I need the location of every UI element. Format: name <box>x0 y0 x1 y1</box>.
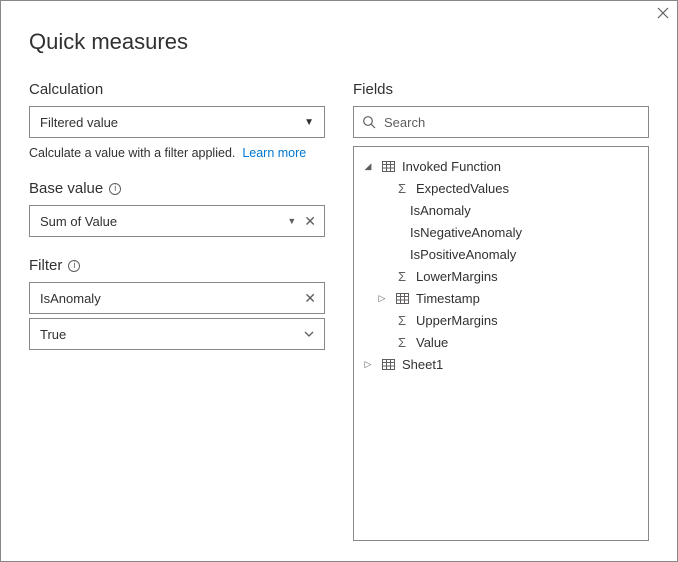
tree-field-lowermargins[interactable]: Σ LowerMargins <box>360 265 642 287</box>
quick-measures-dialog: Quick measures Calculation Filtered valu… <box>0 0 678 562</box>
filter-label: Filter i <box>29 257 325 274</box>
base-value-label: Base value i <box>29 180 325 197</box>
calculation-dropdown[interactable]: Filtered value ▼ <box>29 106 325 138</box>
dialog-columns: Calculation Filtered value ▼ Calculate a… <box>29 81 649 541</box>
calculation-description: Calculate a value with a filter applied.… <box>29 146 325 160</box>
left-column: Calculation Filtered value ▼ Calculate a… <box>29 81 325 541</box>
clear-filter-field-button[interactable]: ✕ <box>304 291 316 305</box>
tree-item-label: IsAnomaly <box>410 203 471 218</box>
learn-more-link[interactable]: Learn more <box>242 146 306 160</box>
fields-tree: ◢ Invoked Function Σ ExpectedValues IsAn… <box>353 146 649 541</box>
info-icon[interactable]: i <box>68 260 80 272</box>
tree-item-label: Invoked Function <box>402 159 501 174</box>
tree-field-expectedvalues[interactable]: Σ ExpectedValues <box>360 177 642 199</box>
sigma-icon: Σ <box>394 181 410 196</box>
tree-item-label: LowerMargins <box>416 269 498 284</box>
search-input[interactable] <box>384 115 640 130</box>
table-icon <box>380 161 396 172</box>
tree-field-uppermargins[interactable]: Σ UpperMargins <box>360 309 642 331</box>
tree-item-label: Value <box>416 335 448 350</box>
right-column: Fields ◢ Invoked Function Σ ExpectedValu… <box>353 81 649 541</box>
search-icon <box>362 115 376 129</box>
close-icon <box>657 7 669 19</box>
tree-field-isanomaly[interactable]: IsAnomaly <box>360 199 642 221</box>
chevron-down-icon <box>302 327 316 341</box>
filter-label-text: Filter <box>29 257 62 274</box>
table-icon <box>380 359 396 370</box>
calculation-desc-text: Calculate a value with a filter applied. <box>29 146 235 160</box>
sigma-icon: Σ <box>394 335 410 350</box>
tree-field-ispositiveanomaly[interactable]: IsPositiveAnomaly <box>360 243 642 265</box>
tree-item-label: Sheet1 <box>402 357 443 372</box>
info-icon[interactable]: i <box>109 183 121 195</box>
clear-base-value-button[interactable]: ✕ <box>304 214 316 228</box>
calculation-label: Calculation <box>29 81 325 98</box>
tree-item-label: ExpectedValues <box>416 181 509 196</box>
base-value-label-text: Base value <box>29 180 103 197</box>
search-box[interactable] <box>353 106 649 138</box>
collapse-icon[interactable]: ◢ <box>362 161 374 172</box>
dialog-title: Quick measures <box>29 29 649 55</box>
tree-field-isnegativeanomaly[interactable]: IsNegativeAnomaly <box>360 221 642 243</box>
base-value-field[interactable]: Sum of Value ▼ ✕ <box>29 205 325 237</box>
tree-field-value[interactable]: Σ Value <box>360 331 642 353</box>
tree-table-invoked-function[interactable]: ◢ Invoked Function <box>360 155 642 177</box>
base-value-text: Sum of Value <box>40 214 117 229</box>
fields-label: Fields <box>353 81 649 98</box>
filter-field-text: IsAnomaly <box>40 291 101 306</box>
caret-down-icon: ▼ <box>304 117 314 128</box>
tree-item-label: UpperMargins <box>416 313 498 328</box>
tree-table-sheet1[interactable]: ▷ Sheet1 <box>360 353 642 375</box>
filter-field-box[interactable]: IsAnomaly ✕ <box>29 282 325 314</box>
caret-down-icon[interactable]: ▼ <box>287 216 296 226</box>
filter-value-text: True <box>40 327 66 342</box>
tree-item-label: IsPositiveAnomaly <box>410 247 516 262</box>
close-button[interactable] <box>653 3 673 23</box>
sigma-icon: Σ <box>394 313 410 328</box>
tree-item-label: IsNegativeAnomaly <box>410 225 522 240</box>
expand-icon[interactable]: ▷ <box>376 293 388 304</box>
filter-value-dropdown[interactable]: True <box>29 318 325 350</box>
tree-field-timestamp[interactable]: ▷ Timestamp <box>360 287 642 309</box>
calculation-selected: Filtered value <box>40 115 118 130</box>
table-icon <box>394 293 410 304</box>
expand-icon[interactable]: ▷ <box>362 359 374 370</box>
sigma-icon: Σ <box>394 269 410 284</box>
tree-item-label: Timestamp <box>416 291 480 306</box>
